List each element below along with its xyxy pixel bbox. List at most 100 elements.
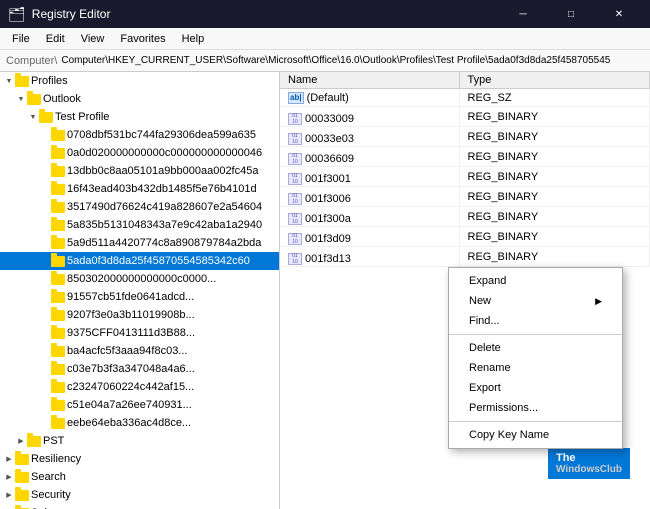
folder-icon xyxy=(51,362,65,376)
context-menu-item-copy-key-name[interactable]: Copy Key Name xyxy=(449,425,622,445)
tree-item[interactable]: eebe64eba336ac4d8ce... xyxy=(0,414,279,432)
tree-item[interactable]: ▼Profiles xyxy=(0,72,279,90)
tree-toggle[interactable] xyxy=(40,130,50,140)
tree-toggle[interactable]: ▼ xyxy=(16,94,26,104)
table-row[interactable]: 01 10001f3001REG_BINARY xyxy=(280,167,650,187)
tree-toggle[interactable]: ▼ xyxy=(28,112,38,122)
reg-name-cell: 01 10001f3006 xyxy=(280,187,459,207)
tree-item[interactable]: c51e04a7a26ee740931... xyxy=(0,396,279,414)
tree-toggle[interactable]: ▶ xyxy=(16,436,26,446)
table-row[interactable]: 01 10001f3d13REG_BINARY xyxy=(280,247,650,267)
tree-toggle[interactable] xyxy=(40,310,50,320)
col-name: Name xyxy=(280,72,459,89)
table-row[interactable]: 01 10001f3d09REG_BINARY xyxy=(280,227,650,247)
tree-indent xyxy=(0,309,40,321)
close-button[interactable]: ✕ xyxy=(596,4,642,24)
table-row[interactable]: 01 10001f300aREG_BINARY xyxy=(280,207,650,227)
tree-indent xyxy=(0,93,16,105)
tree-item[interactable]: c03e7b3f3a347048a4a6... xyxy=(0,360,279,378)
tree-item-label: 850302000000000000c0000... xyxy=(67,273,216,285)
menu-item-view[interactable]: View xyxy=(73,31,113,47)
folder-icon xyxy=(51,326,65,340)
reg-name-text: 00036609 xyxy=(305,153,354,165)
tree-item-label: 5a835b5131048343a7e9c42aba1a2940 xyxy=(67,219,262,231)
tree-toggle[interactable] xyxy=(40,346,50,356)
context-menu-item-find---[interactable]: Find... xyxy=(449,311,622,331)
tree-toggle[interactable] xyxy=(40,364,50,374)
tree-toggle[interactable]: ▶ xyxy=(4,454,14,464)
tree-item[interactable]: 9207f3e0a3b11019908b... xyxy=(0,306,279,324)
minimize-button[interactable]: ─ xyxy=(500,4,546,24)
menu-item-favorites[interactable]: Favorites xyxy=(112,31,173,47)
tree-toggle[interactable] xyxy=(40,148,50,158)
tree-toggle[interactable] xyxy=(40,202,50,212)
context-menu-item-delete[interactable]: Delete xyxy=(449,338,622,358)
table-row[interactable]: 01 1000033e03REG_BINARY xyxy=(280,127,650,147)
tree-item[interactable]: ba4acfc5f3aaa94f8c03... xyxy=(0,342,279,360)
reg-icon: 01 10001f3006 xyxy=(288,193,351,205)
tree-toggle[interactable] xyxy=(40,238,50,248)
tree-toggle[interactable]: ▶ xyxy=(4,472,14,482)
context-menu-item-expand[interactable]: Expand xyxy=(449,271,622,291)
context-menu-item-permissions---[interactable]: Permissions... xyxy=(449,398,622,418)
tree-toggle[interactable] xyxy=(40,256,50,266)
tree-item[interactable]: c23247060224c442af15... xyxy=(0,378,279,396)
table-row[interactable]: 01 1000036609REG_BINARY xyxy=(280,147,650,167)
tree-item[interactable]: ▶Security xyxy=(0,486,279,504)
reg-name-cell: 01 1000036609 xyxy=(280,147,459,167)
tree-toggle[interactable] xyxy=(40,220,50,230)
tree-indent xyxy=(0,165,40,177)
binary-icon: 01 10 xyxy=(288,213,302,225)
tree-item[interactable]: ▶Sul... xyxy=(0,504,279,509)
tree-toggle[interactable]: ▼ xyxy=(4,76,14,86)
tree-item-label: 0708dbf531bc744fa29306dea599a635 xyxy=(67,129,256,141)
tree-item[interactable]: 9375CFF0413111d3B88... xyxy=(0,324,279,342)
tree-toggle[interactable]: ▶ xyxy=(4,490,14,500)
tree-item[interactable]: 3517490d76624c419a828607e2a54604 xyxy=(0,198,279,216)
context-menu-item-new[interactable]: New▶ xyxy=(449,291,622,311)
reg-name-cell: ab|(Default) xyxy=(280,89,459,107)
reg-name-cell: 01 10001f3001 xyxy=(280,167,459,187)
tree-item[interactable]: 16f43ead403b432db1485f5e76b4101d xyxy=(0,180,279,198)
tree-toggle[interactable] xyxy=(40,274,50,284)
folder-icon xyxy=(51,164,65,178)
tree-item[interactable]: ▼Outlook xyxy=(0,90,279,108)
tree-toggle[interactable] xyxy=(40,400,50,410)
tree-indent xyxy=(0,183,40,195)
tree-panel: ▼Profiles ▼Outlook ▼Test Profile 0708dbf… xyxy=(0,72,280,509)
tree-item-label: c03e7b3f3a347048a4a6... xyxy=(67,363,195,375)
tree-indent xyxy=(0,111,28,123)
tree-toggle[interactable] xyxy=(40,292,50,302)
tree-item[interactable]: 5ada0f3d8da25f45870554585342c60 xyxy=(0,252,279,270)
tree-item[interactable]: 850302000000000000c0000... xyxy=(0,270,279,288)
reg-icon: 01 1000033009 xyxy=(288,113,354,125)
tree-toggle[interactable] xyxy=(40,184,50,194)
tree-toggle[interactable] xyxy=(40,166,50,176)
context-menu-item-label: Rename xyxy=(469,362,511,374)
tree-item[interactable]: ▶Resiliency xyxy=(0,450,279,468)
tree-item[interactable]: ▼Test Profile xyxy=(0,108,279,126)
tree-toggle[interactable] xyxy=(40,382,50,392)
tree-item[interactable]: 0a0d020000000000c000000000000046 xyxy=(0,144,279,162)
tree-item[interactable]: 0708dbf531bc744fa29306dea599a635 xyxy=(0,126,279,144)
tree-indent xyxy=(0,399,40,411)
menu-item-file[interactable]: File xyxy=(4,31,38,47)
tree-toggle[interactable] xyxy=(40,418,50,428)
context-menu-item-rename[interactable]: Rename xyxy=(449,358,622,378)
table-row[interactable]: 01 1000033009REG_BINARY xyxy=(280,107,650,127)
tree-item[interactable]: 91557cb51fde0641adcd... xyxy=(0,288,279,306)
tree-toggle[interactable] xyxy=(40,328,50,338)
table-row[interactable]: 01 10001f3006REG_BINARY xyxy=(280,187,650,207)
tree-item-label: PST xyxy=(43,435,64,447)
tree-item-label: 5ada0f3d8da25f45870554585342c60 xyxy=(67,255,250,267)
context-menu-item-export[interactable]: Export xyxy=(449,378,622,398)
tree-item[interactable]: 5a835b5131048343a7e9c42aba1a2940 xyxy=(0,216,279,234)
menu-item-edit[interactable]: Edit xyxy=(38,31,73,47)
tree-item[interactable]: ▶ PST xyxy=(0,432,279,450)
tree-item[interactable]: ▶Search xyxy=(0,468,279,486)
tree-item[interactable]: 5a9d511a4420774c8a890879784a2bda xyxy=(0,234,279,252)
maximize-button[interactable]: □ xyxy=(548,4,594,24)
tree-item[interactable]: 13dbb0c8aa05101a9bb000aa002fc45a xyxy=(0,162,279,180)
menu-item-help[interactable]: Help xyxy=(174,31,213,47)
table-row[interactable]: ab|(Default)REG_SZ xyxy=(280,89,650,107)
